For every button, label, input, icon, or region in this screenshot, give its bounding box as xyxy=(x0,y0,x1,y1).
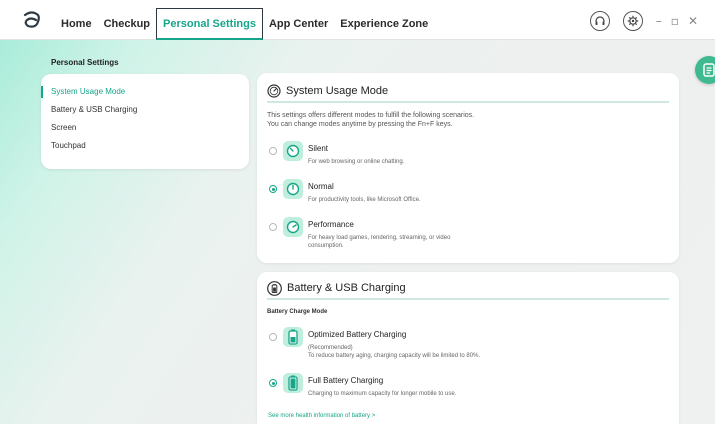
radio-silent[interactable] xyxy=(269,147,277,155)
system-usage-mode-card: System Usage Mode This settings offers d… xyxy=(257,73,679,263)
nav-personal-settings[interactable]: Personal Settings xyxy=(156,8,263,40)
battery-health-link[interactable]: See more health information of battery > xyxy=(268,413,375,419)
radio-performance[interactable] xyxy=(269,223,277,231)
option-description: (Recommended) To reduce battery aging, c… xyxy=(308,344,480,360)
radio-normal[interactable] xyxy=(269,185,277,193)
option-description: For web browsing or online chatting. xyxy=(308,159,405,165)
settings-sidebar: System Usage Mode Battery & USB Charging… xyxy=(41,74,249,169)
document-icon xyxy=(703,63,715,77)
charge-option-optimized[interactable]: Optimized Battery Charging (Recommended)… xyxy=(267,327,667,360)
battery-full-icon xyxy=(283,373,303,393)
mode-option-normal[interactable]: Normal For productivity tools, like Micr… xyxy=(267,179,667,209)
option-description: For productivity tools, like Microsoft O… xyxy=(308,197,421,203)
floating-panel-button[interactable] xyxy=(695,56,715,84)
option-description-line: consumption. xyxy=(308,243,344,249)
card-description: This settings offers different modes to … xyxy=(267,111,474,129)
sidebar-item-screen[interactable]: Screen xyxy=(41,119,249,137)
nav-checkup[interactable]: Checkup xyxy=(98,8,156,40)
nav-home[interactable]: Home xyxy=(55,8,98,40)
option-description-line: (Recommended) xyxy=(308,345,353,351)
option-label: Performance xyxy=(308,220,354,229)
option-label: Optimized Battery Charging xyxy=(308,330,407,339)
close-button[interactable]: ✕ xyxy=(688,14,698,28)
option-description: Charging to maximum capacity for longer … xyxy=(308,391,457,397)
nav-app-center[interactable]: App Center xyxy=(263,8,334,40)
sidebar-item-system-usage-mode[interactable]: System Usage Mode xyxy=(41,83,249,101)
battery-charge-mode-heading: Battery Charge Mode xyxy=(267,309,328,315)
description-line: This settings offers different modes to … xyxy=(267,112,475,119)
performance-mode-icon xyxy=(283,217,303,237)
description-line: You can change modes anytime by pressing… xyxy=(267,121,453,128)
option-description: For heavy load games, rendering, streami… xyxy=(308,234,450,250)
option-label: Full Battery Charging xyxy=(308,376,384,385)
minimize-button[interactable]: – xyxy=(656,14,662,28)
divider xyxy=(267,101,669,103)
option-label: Normal xyxy=(308,182,334,191)
radio-full-charging[interactable] xyxy=(269,379,277,387)
page-title: Personal Settings xyxy=(51,58,119,67)
app-logo xyxy=(23,11,40,28)
gauge-icon xyxy=(267,84,281,98)
headset-icon[interactable] xyxy=(589,11,610,31)
divider xyxy=(267,298,669,300)
card-title: System Usage Mode xyxy=(286,85,389,97)
battery-half-icon xyxy=(283,327,303,347)
battery-usb-charging-card: Battery & USB Charging Battery Charge Mo… xyxy=(257,272,679,424)
card-title: Battery & USB Charging xyxy=(287,282,406,294)
mode-option-silent[interactable]: Silent For web browsing or online chatti… xyxy=(267,141,667,171)
battery-icon xyxy=(267,280,282,296)
charge-option-full[interactable]: Full Battery Charging Charging to maximu… xyxy=(267,373,667,403)
restore-button[interactable]: ▫ xyxy=(671,14,679,28)
nav-experience-zone[interactable]: Experience Zone xyxy=(334,8,434,40)
normal-mode-icon xyxy=(283,179,303,199)
sidebar-item-touchpad[interactable]: Touchpad xyxy=(41,137,249,155)
option-description-line: For heavy load games, rendering, streami… xyxy=(308,235,451,241)
mode-option-performance[interactable]: Performance For heavy load games, render… xyxy=(267,217,667,250)
silent-mode-icon xyxy=(283,141,303,161)
option-label: Silent xyxy=(308,144,329,153)
top-bar: Home Checkup Personal Settings App Cente… xyxy=(0,0,715,40)
radio-optimized-charging[interactable] xyxy=(269,333,277,341)
sidebar-item-battery-usb-charging[interactable]: Battery & USB Charging xyxy=(41,101,249,119)
option-description-line: To reduce battery aging, charging capaci… xyxy=(308,353,481,359)
main-nav: Home Checkup Personal Settings App Cente… xyxy=(55,8,434,40)
gear-icon[interactable] xyxy=(622,11,643,31)
